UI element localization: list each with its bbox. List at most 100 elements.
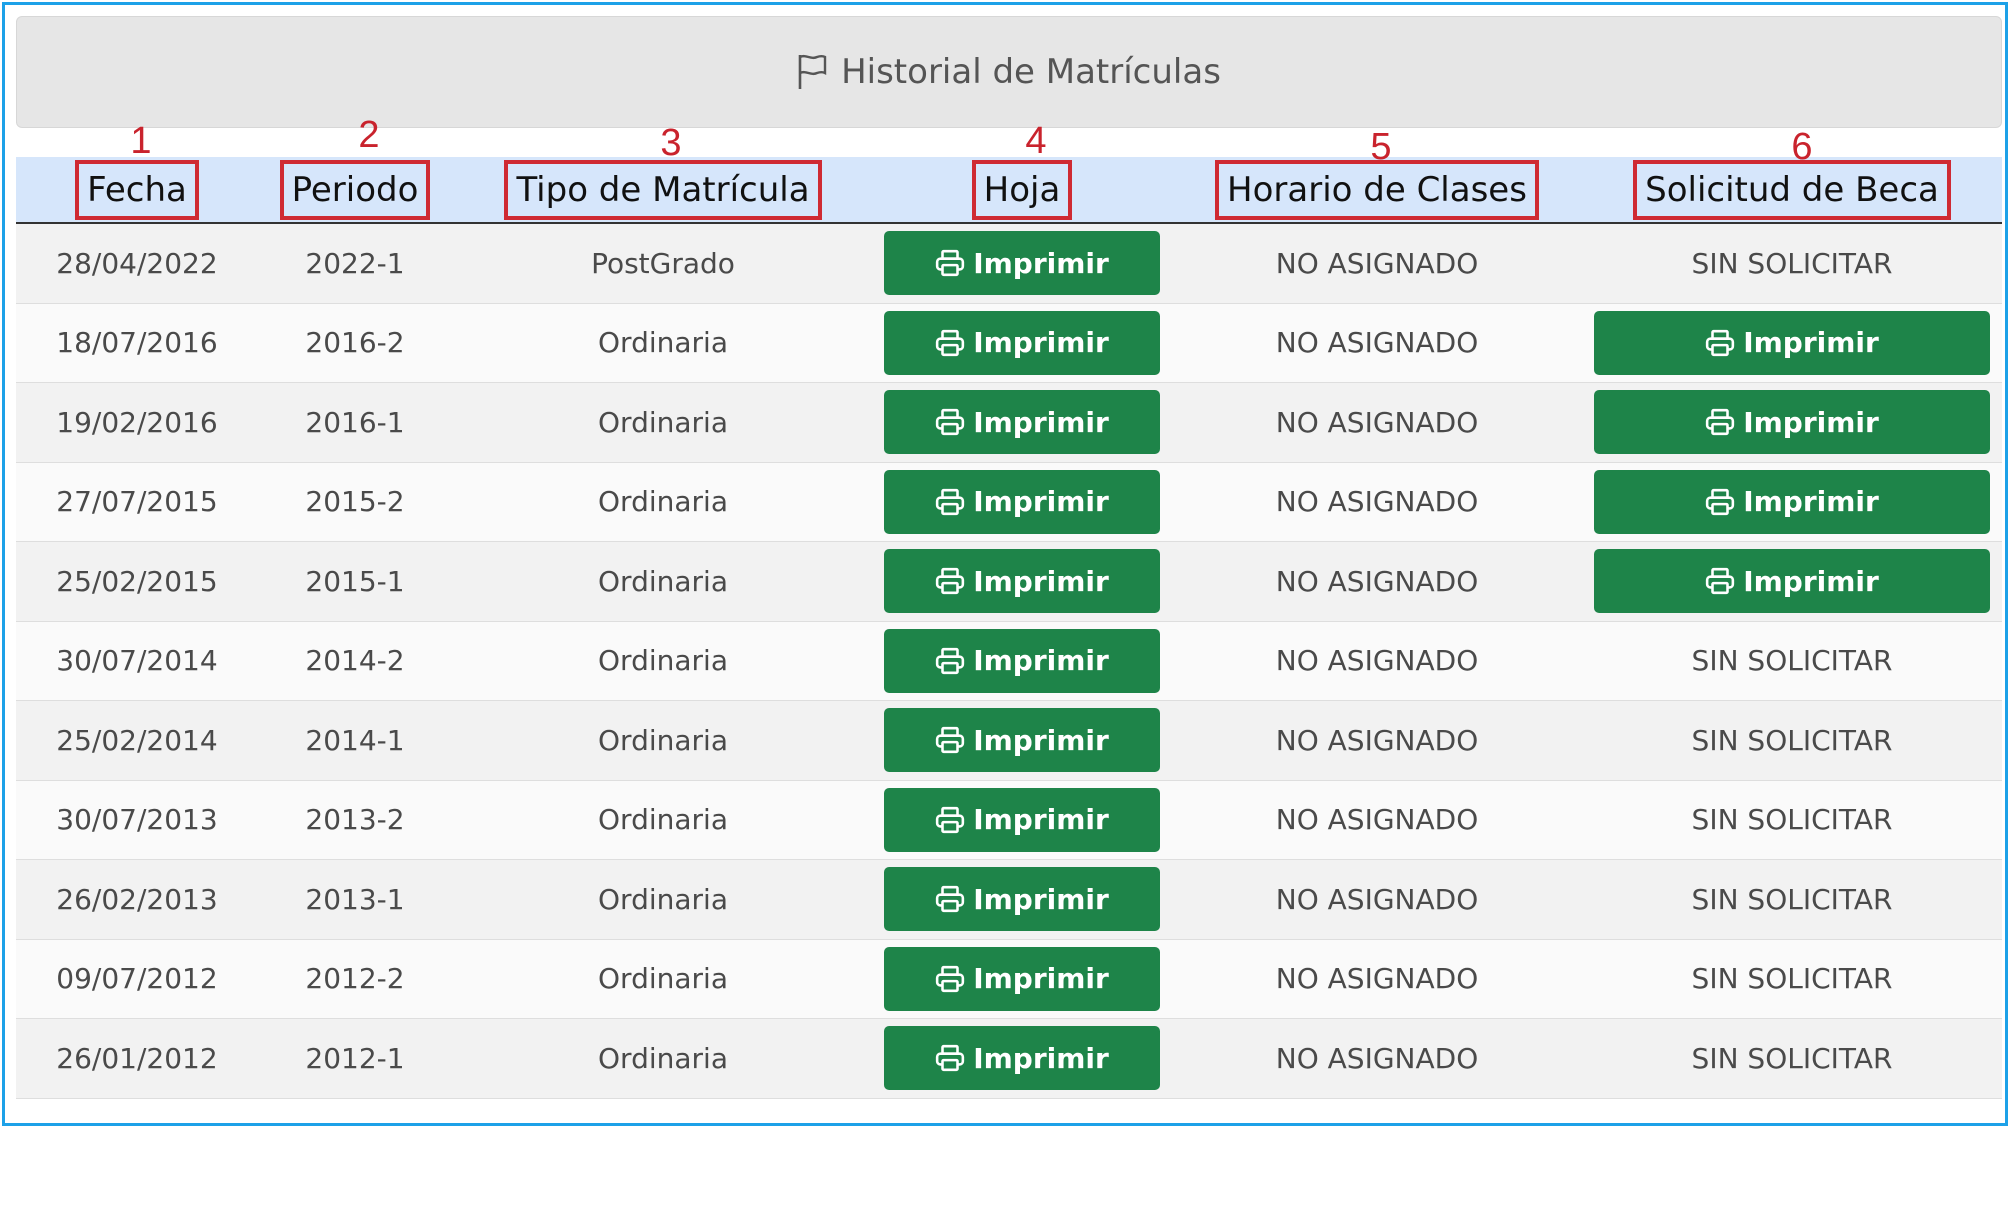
- print-beca-button[interactable]: Imprimir: [1594, 549, 1990, 614]
- column-header-label: Periodo: [279, 159, 431, 220]
- table-row: 19/02/2016 2016-1 Ordinaria Imprimir NO ASIG…: [16, 383, 2002, 463]
- cell-solicitud-beca: SIN SOLICITAR: [1691, 246, 1893, 280]
- table-row: 25/02/2014 2014-1 Ordinaria Imprimir NO ASIG…: [16, 701, 2002, 781]
- cell-hoja: Imprimir: [842, 622, 1202, 701]
- table-row: 27/07/2015 2015-2 Ordinaria Imprimir NO ASIG…: [16, 462, 2002, 542]
- cell-periodo: 2015-2: [305, 485, 405, 519]
- cell-tipo-matricula: Ordinaria: [598, 644, 728, 678]
- print-beca-button[interactable]: Imprimir: [1594, 469, 1990, 534]
- cell-solicitud-beca: SIN SOLICITAR: [1691, 962, 1893, 996]
- print-hoja-button[interactable]: Imprimir: [884, 946, 1160, 1011]
- button-label: Imprimir: [973, 485, 1109, 519]
- cell-hoja: Imprimir: [842, 1019, 1202, 1098]
- button-label: Imprimir: [973, 564, 1109, 598]
- printer-icon: [936, 965, 965, 992]
- cell-tipo-matricula: Ordinaria: [598, 564, 728, 598]
- button-label: Imprimir: [1743, 405, 1879, 439]
- panel-title-bar: Historial de Matrículas: [16, 16, 2002, 128]
- table-row: 30/07/2014 2014-2 Ordinaria Imprimir NO ASIG…: [16, 621, 2002, 701]
- cell-fecha: 19/02/2016: [56, 405, 218, 439]
- cell-horario-clases: NO ASIGNADO: [1275, 803, 1479, 837]
- printer-icon: [1706, 409, 1735, 436]
- cell-horario-clases: NO ASIGNADO: [1275, 564, 1479, 598]
- print-beca-button[interactable]: Imprimir: [1594, 390, 1990, 455]
- printer-icon: [936, 1045, 965, 1072]
- cell-periodo: 2016-1: [305, 405, 405, 439]
- table-row: 28/04/2022 2022-1 PostGrado Imprimir NO ASIG…: [16, 224, 2002, 304]
- cell-fecha: 26/01/2012: [56, 1041, 218, 1075]
- printer-icon: [1706, 568, 1735, 595]
- print-hoja-button[interactable]: Imprimir: [884, 549, 1160, 614]
- table-row: 30/07/2013 2013-2 Ordinaria Imprimir NO ASIG…: [16, 780, 2002, 860]
- cell-periodo: 2022-1: [305, 246, 405, 280]
- cell-fecha: 30/07/2013: [56, 803, 218, 837]
- cell-horario-clases: NO ASIGNADO: [1275, 1041, 1479, 1075]
- printer-icon: [936, 488, 965, 515]
- printer-icon: [936, 250, 965, 277]
- table-row: 25/02/2015 2015-1 Ordinaria Imprimir NO ASIG…: [16, 542, 2002, 622]
- print-hoja-button[interactable]: Imprimir: [884, 310, 1160, 375]
- cell-solicitud-beca: Imprimir: [1552, 542, 2012, 621]
- cell-solicitud-beca: SIN SOLICITAR: [1691, 1041, 1893, 1075]
- cell-tipo-matricula: Ordinaria: [598, 326, 728, 360]
- printer-icon: [936, 886, 965, 913]
- cell-hoja: Imprimir: [842, 463, 1202, 542]
- cell-periodo: 2012-1: [305, 1041, 405, 1075]
- print-beca-button[interactable]: Imprimir: [1594, 310, 1990, 375]
- cell-hoja: Imprimir: [842, 224, 1202, 303]
- cell-solicitud-beca: SIN SOLICITAR: [1691, 723, 1893, 757]
- print-hoja-button[interactable]: Imprimir: [884, 867, 1160, 932]
- cell-solicitud-beca: SIN SOLICITAR: [1691, 644, 1893, 678]
- cell-tipo-matricula: Ordinaria: [598, 405, 728, 439]
- annotation-number: 6: [1791, 126, 1813, 168]
- print-hoja-button[interactable]: Imprimir: [884, 231, 1160, 296]
- print-hoja-button[interactable]: Imprimir: [884, 390, 1160, 455]
- cell-horario-clases: NO ASIGNADO: [1275, 485, 1479, 519]
- cell-tipo-matricula: Ordinaria: [598, 803, 728, 837]
- print-hoja-button[interactable]: Imprimir: [884, 628, 1160, 693]
- button-label: Imprimir: [973, 962, 1109, 996]
- cell-hoja: Imprimir: [842, 383, 1202, 462]
- cell-solicitud-beca: SIN SOLICITAR: [1691, 803, 1893, 837]
- cell-fecha: 09/07/2012: [56, 962, 218, 996]
- printer-icon: [1706, 488, 1735, 515]
- page-title: Historial de Matrículas: [841, 52, 1221, 92]
- flag-icon: [798, 54, 827, 89]
- cell-tipo-matricula: Ordinaria: [598, 962, 728, 996]
- printer-icon: [936, 806, 965, 833]
- cell-hoja: Imprimir: [842, 701, 1202, 780]
- cell-horario-clases: NO ASIGNADO: [1275, 644, 1479, 678]
- annotation-number: 1: [130, 120, 152, 162]
- button-label: Imprimir: [973, 803, 1109, 837]
- column-header-label: Tipo de Matrícula: [504, 159, 822, 220]
- cell-tipo-matricula: Ordinaria: [598, 485, 728, 519]
- printer-icon: [936, 647, 965, 674]
- cell-solicitud-beca: SIN SOLICITAR: [1691, 882, 1893, 916]
- button-label: Imprimir: [973, 882, 1109, 916]
- cell-hoja: Imprimir: [842, 542, 1202, 621]
- print-hoja-button[interactable]: Imprimir: [884, 469, 1160, 534]
- cell-periodo: 2014-2: [305, 644, 405, 678]
- printer-icon: [936, 727, 965, 754]
- table-row: 09/07/2012 2012-2 Ordinaria Imprimir NO ASIG…: [16, 939, 2002, 1019]
- cell-hoja: Imprimir: [842, 781, 1202, 860]
- print-hoja-button[interactable]: Imprimir: [884, 1026, 1160, 1091]
- cell-fecha: 27/07/2015: [56, 485, 218, 519]
- cell-periodo: 2016-2: [305, 326, 405, 360]
- table-row: 26/02/2013 2013-1 Ordinaria Imprimir NO ASIG…: [16, 860, 2002, 940]
- cell-periodo: 2012-2: [305, 962, 405, 996]
- cell-hoja: Imprimir: [842, 304, 1202, 383]
- print-hoja-button[interactable]: Imprimir: [884, 787, 1160, 852]
- button-label: Imprimir: [1743, 564, 1879, 598]
- cell-solicitud-beca: Imprimir: [1552, 383, 2012, 462]
- cell-tipo-matricula: Ordinaria: [598, 723, 728, 757]
- print-hoja-button[interactable]: Imprimir: [884, 708, 1160, 773]
- cell-solicitud-beca: Imprimir: [1552, 304, 2012, 383]
- cell-hoja: Imprimir: [842, 860, 1202, 939]
- cell-fecha: 25/02/2015: [56, 564, 218, 598]
- cell-fecha: 28/04/2022: [56, 246, 218, 280]
- annotation-number: 2: [358, 114, 380, 156]
- cell-horario-clases: NO ASIGNADO: [1275, 723, 1479, 757]
- cell-horario-clases: NO ASIGNADO: [1275, 246, 1479, 280]
- cell-tipo-matricula: PostGrado: [591, 246, 735, 280]
